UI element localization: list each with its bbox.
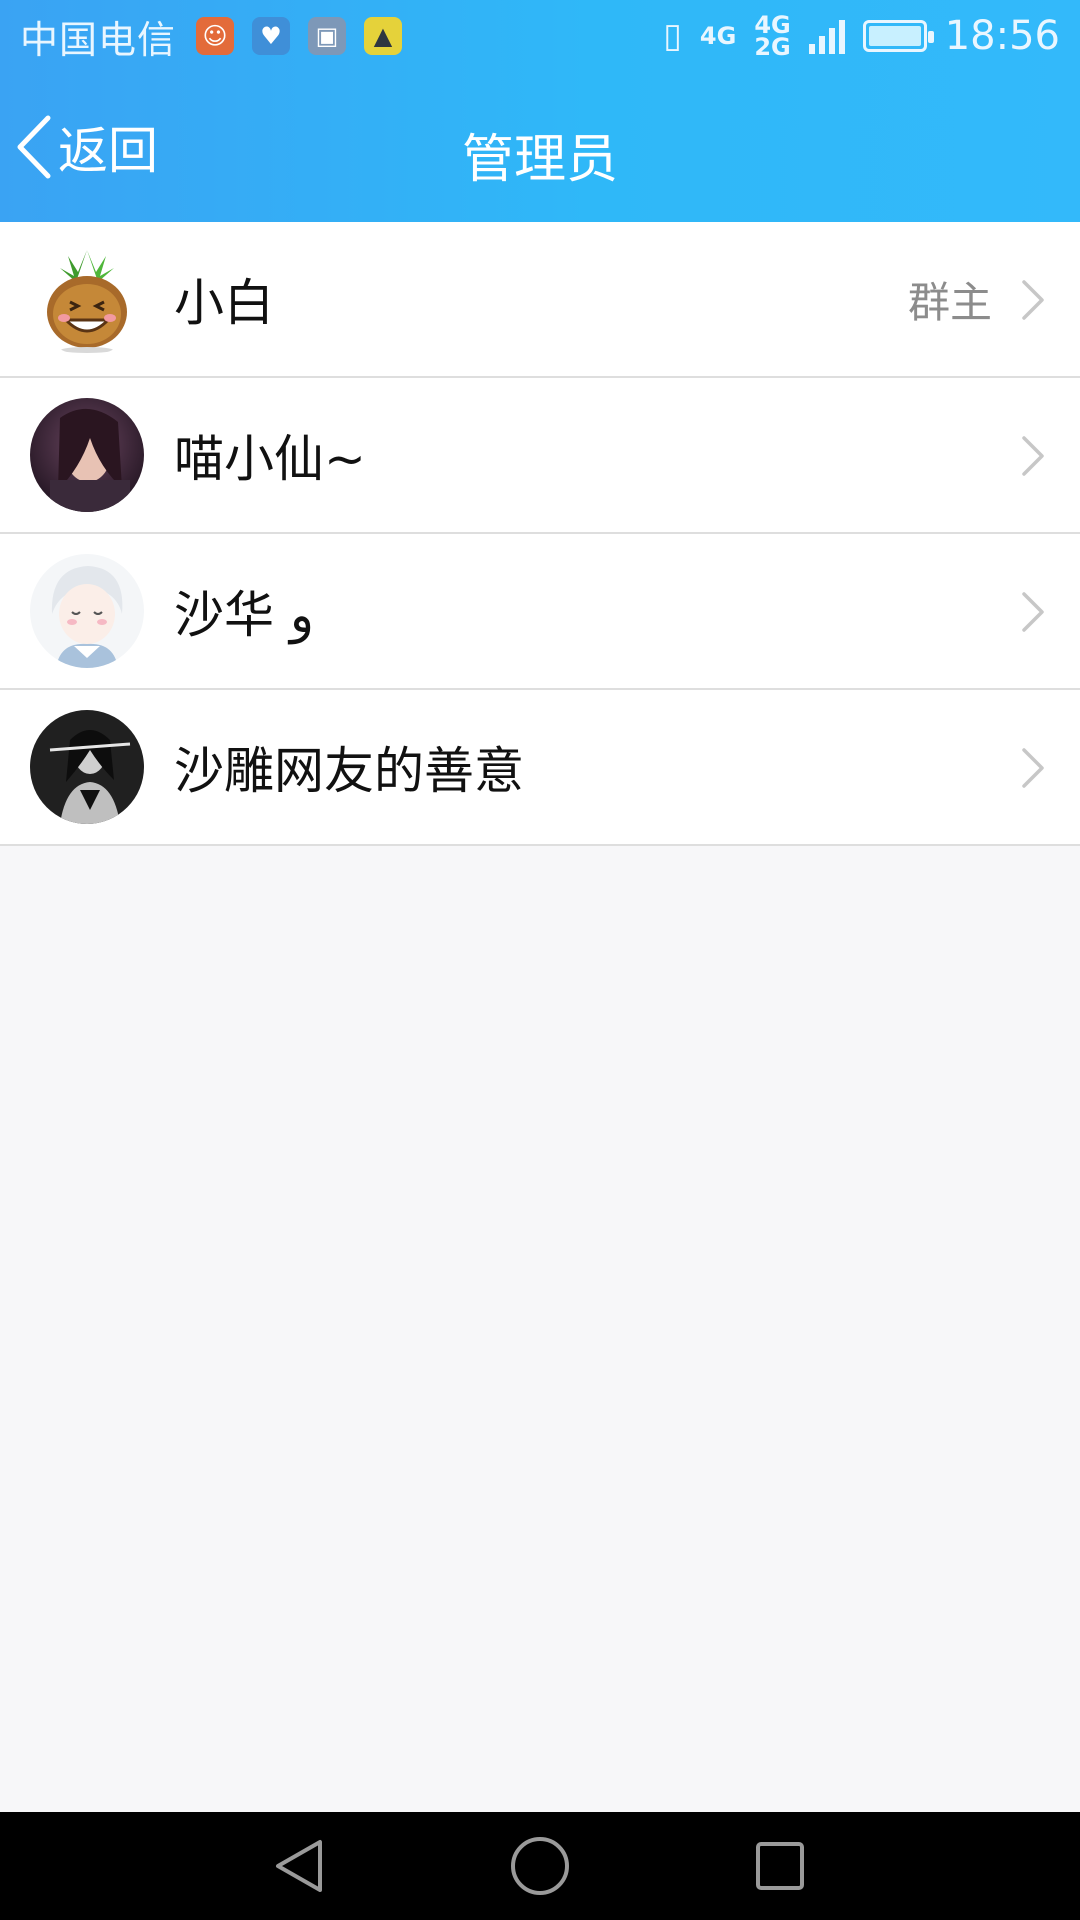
app-face-icon: ☺ xyxy=(196,17,235,55)
tent-icon: ▲ xyxy=(364,17,403,55)
system-navigation-bar xyxy=(0,1812,1080,1920)
girl-photo-avatar xyxy=(30,398,144,512)
signal-icon xyxy=(808,18,845,54)
anime-boy-avatar xyxy=(30,554,144,668)
network-type-secondary: 4G 2G xyxy=(754,13,791,61)
nav-bar: 返回 管理员 xyxy=(0,72,1080,222)
status-bar: 中国电信 ☺ ♥ ▣ ▲ ▯ 4G 4G 2G 18:56 xyxy=(0,0,1080,72)
status-indicators: ▯ 4G 4G 2G 18:56 xyxy=(663,13,1060,59)
bw-photo-avatar xyxy=(30,710,144,824)
vibrate-icon: ▯ xyxy=(663,16,682,56)
carrier-label: 中国电信 xyxy=(20,17,177,62)
chevron-right-icon xyxy=(1020,278,1046,326)
admin-row[interactable]: 沙雕网友的善意 xyxy=(0,690,1080,846)
admin-row[interactable]: 小白 群主 xyxy=(0,222,1080,378)
chevron-right-icon xyxy=(1020,590,1046,638)
home-circle-icon[interactable] xyxy=(495,1821,585,1911)
admin-name: 沙华 و xyxy=(174,586,315,644)
admin-list: 小白 群主 喵小仙~ 沙华 و 沙雕网友的善意 xyxy=(0,222,1080,846)
gallery-icon: ▣ xyxy=(308,17,347,55)
back-triangle-icon[interactable] xyxy=(255,1821,345,1911)
health-icon: ♥ xyxy=(252,17,291,55)
notification-icons: ☺ ♥ ▣ ▲ xyxy=(196,17,403,55)
network-type-primary: 4G xyxy=(699,22,737,50)
admin-name: 沙雕网友的善意 xyxy=(174,742,524,800)
pineapple-cartoon-avatar xyxy=(30,242,144,356)
admin-row[interactable]: 喵小仙~ xyxy=(0,378,1080,534)
chevron-right-icon xyxy=(1020,434,1046,482)
admin-name: 喵小仙~ xyxy=(174,430,366,488)
chevron-right-icon xyxy=(1020,746,1046,794)
clock: 18:56 xyxy=(944,13,1060,59)
network-secondary-bottom: 2G xyxy=(754,33,791,61)
battery-icon xyxy=(862,20,934,52)
admin-row[interactable]: 沙华 و xyxy=(0,534,1080,690)
app-header: 中国电信 ☺ ♥ ▣ ▲ ▯ 4G 4G 2G 18:56 返回 管理员 xyxy=(0,0,1080,222)
recents-square-icon[interactable] xyxy=(735,1821,825,1911)
admin-name: 小白 xyxy=(174,274,274,332)
admin-role-badge: 群主 xyxy=(907,277,992,327)
page-title: 管理员 xyxy=(461,130,618,190)
